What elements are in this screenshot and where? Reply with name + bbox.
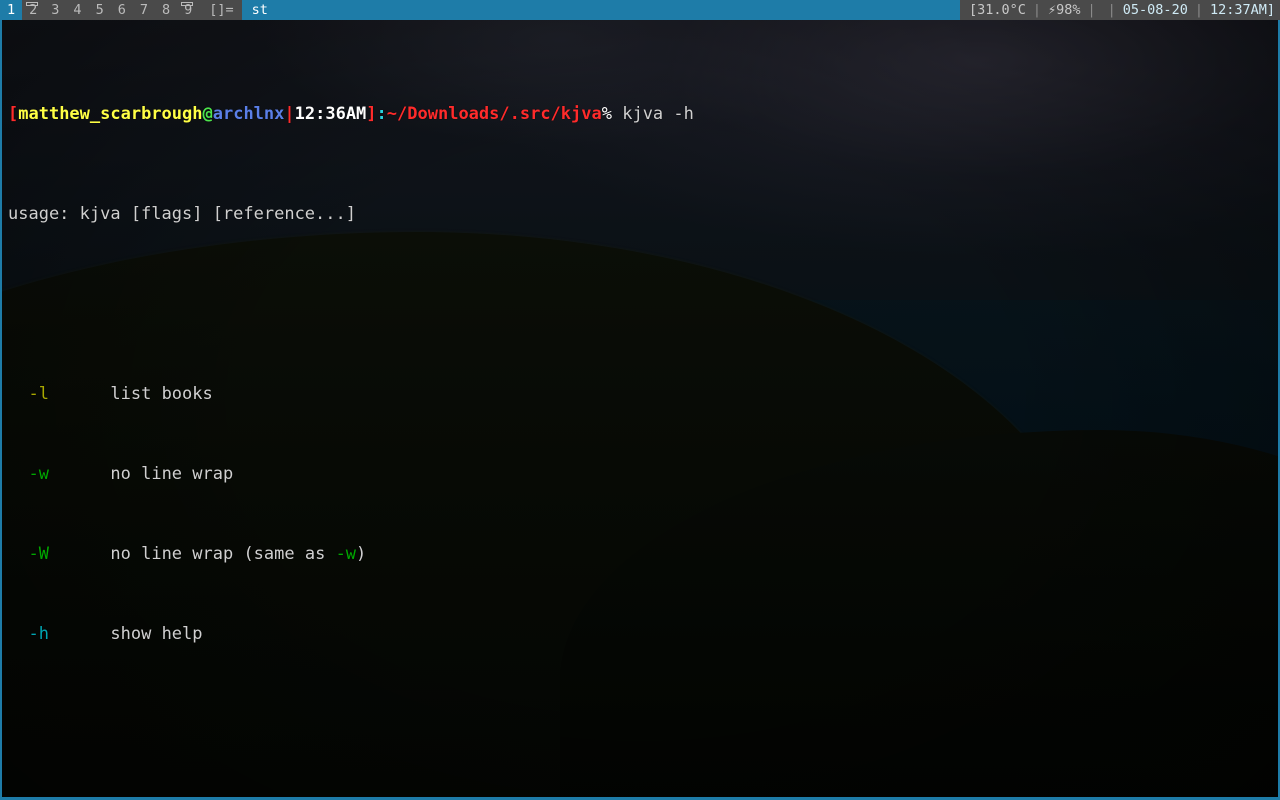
tag-occupied-indicator [181, 2, 194, 6]
terminal-line-prompt-1: [matthew_scarbrough@archlnx|12:36AM]:~/D… [8, 104, 1278, 124]
flag-W-description: no line wrap (same as [110, 544, 336, 564]
terminal-line-flag-w: -w no line wrap [8, 464, 1278, 484]
tag-5[interactable]: 5 [88, 0, 111, 20]
tag-occupied-indicator [26, 2, 39, 6]
prompt-path: ~/Downloads/.src/kjva [386, 104, 602, 124]
terminal-line-flag-W: -W no line wrap (same as -w) [8, 544, 1278, 564]
window-title: st [241, 0, 960, 20]
flag-w: -w [28, 464, 49, 484]
tag-5-label: 5 [95, 2, 104, 18]
flag-w-description: no line wrap [110, 464, 234, 484]
prompt-pipe: | [284, 104, 295, 124]
flag-W: -W [28, 544, 49, 564]
clock-readout: 12:37AM] [1209, 2, 1275, 18]
tag-8-label: 8 [161, 2, 171, 18]
desktop-screen: 1 2 3 4 5 6 7 8 9 []= st [31.0°C | ⚡98% … [0, 0, 1280, 800]
tag-1[interactable]: 1 [0, 0, 23, 20]
prompt-time: 12:36AM [294, 104, 367, 124]
prompt-right-bracket: ] [366, 104, 377, 124]
terminal-window[interactable]: [matthew_scarbrough@archlnx|12:36AM]:~/D… [0, 20, 1280, 800]
tag-6[interactable]: 6 [110, 0, 133, 20]
tag-3[interactable]: 3 [44, 0, 67, 20]
terminal-line-flag-l: -l list books [8, 384, 1278, 404]
tag-9[interactable]: 9 [177, 0, 200, 20]
tag-6-label: 6 [117, 2, 126, 18]
flag-l: -l [28, 384, 49, 404]
tag-4[interactable]: 4 [66, 0, 89, 20]
flag-W-description-flagref: -w [335, 544, 357, 564]
status-bar: 1 2 3 4 5 6 7 8 9 []= st [31.0°C | ⚡98% … [0, 0, 1280, 20]
flag-W-description-tail: ) [356, 544, 367, 564]
terminal-command-1: kjva -h [611, 104, 694, 124]
status-separator-3: | [1107, 2, 1116, 18]
prompt-username: matthew_scarbrough [18, 104, 203, 124]
status-separator-1: | [1032, 2, 1041, 18]
status-area: [31.0°C | ⚡98% | | 05-08-20 | 12:37AM] [959, 0, 1280, 20]
layout-indicator[interactable]: []= [199, 0, 242, 20]
prompt-colon: : [376, 104, 387, 124]
tag-8[interactable]: 8 [154, 0, 178, 20]
date-readout: 05-08-20 [1122, 2, 1188, 18]
temperature-readout: [31.0°C [968, 2, 1026, 18]
terminal-line-flag-h: -h show help [8, 624, 1278, 644]
prompt-at-sign: @ [202, 104, 213, 124]
prompt-sigil: % [601, 104, 612, 124]
terminal-line-usage: usage: kjva [flags] [reference...] [8, 204, 356, 224]
tag-4-label: 4 [73, 2, 82, 18]
battery-readout: ⚡98% [1048, 2, 1081, 18]
tag-1-label: 1 [7, 2, 16, 18]
flag-l-description: list books [110, 384, 213, 404]
status-separator-2: | [1087, 2, 1096, 18]
terminal-text-buffer: [matthew_scarbrough@archlnx|12:36AM]:~/D… [2, 20, 1278, 797]
tag-2[interactable]: 2 [22, 0, 45, 20]
tag-7-label: 7 [139, 2, 148, 18]
tag-7[interactable]: 7 [132, 0, 155, 20]
prompt-left-bracket: [ [8, 104, 19, 124]
flag-h: -h [28, 624, 49, 644]
flag-h-description: show help [110, 624, 203, 644]
tag-3-label: 3 [51, 2, 60, 18]
prompt-hostname: archlnx [212, 104, 285, 124]
status-separator-4: | [1194, 2, 1203, 18]
